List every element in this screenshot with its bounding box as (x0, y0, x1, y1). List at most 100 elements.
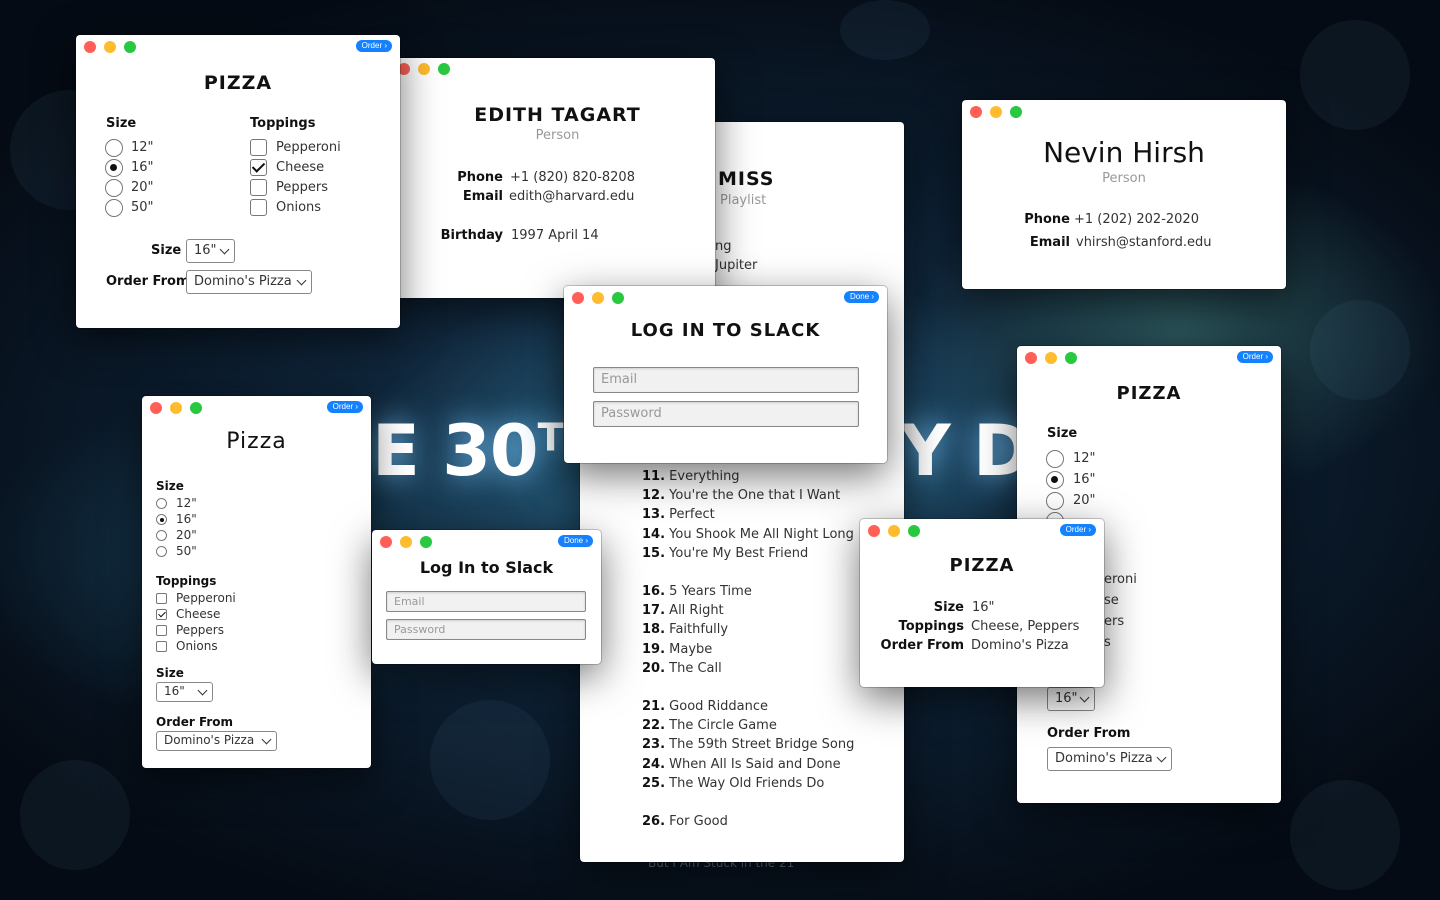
zoom-icon[interactable] (1010, 106, 1022, 118)
list-item[interactable]: 25. The Way Old Friends Do (642, 776, 824, 791)
playlist-subtitle: Playlist (720, 193, 767, 208)
order-button[interactable]: Order › (1236, 351, 1273, 363)
order-from-select[interactable]: Domino's Pizza (1047, 747, 1172, 771)
size-select[interactable]: 16" (1047, 687, 1095, 711)
password-field[interactable]: Password (593, 401, 859, 427)
list-item[interactable]: 12. You're the One that I Want (642, 488, 840, 503)
close-icon[interactable] (572, 292, 584, 304)
topping-checkbox[interactable] (250, 199, 267, 216)
window-controls (572, 292, 624, 304)
close-icon[interactable] (150, 402, 162, 414)
order-from-select[interactable]: Domino's Pizza (156, 731, 277, 751)
size-radio[interactable] (105, 179, 123, 197)
email-field[interactable]: Email (386, 591, 586, 612)
topping-checkbox[interactable] (250, 179, 267, 196)
order-from-select[interactable]: Domino's Pizza (186, 270, 312, 294)
order-button[interactable]: Order › (326, 401, 363, 413)
zoom-icon[interactable] (612, 292, 624, 304)
email-field[interactable]: Email (593, 367, 859, 393)
size-option-label: 12" (1073, 451, 1096, 466)
list-item[interactable]: 22. The Circle Game (642, 718, 777, 733)
zoom-icon[interactable] (1065, 352, 1077, 364)
list-item[interactable]: 20. The Call (642, 661, 722, 676)
close-icon[interactable] (380, 536, 392, 548)
playlist-title: MISS (718, 168, 775, 190)
size-option-label: 50" (176, 544, 197, 558)
list-item[interactable]: 17. All Right (642, 603, 724, 618)
minimize-icon[interactable] (170, 402, 182, 414)
track-number: 26. (642, 814, 666, 829)
list-item[interactable]: 15. You're My Best Friend (642, 546, 808, 561)
done-button[interactable]: Done › (843, 291, 879, 303)
list-item[interactable]: 14. You Shook Me All Night Long (642, 527, 854, 542)
close-icon[interactable] (1025, 352, 1037, 364)
size-radio[interactable] (1046, 492, 1064, 510)
phone-value: +1 (202) 202-2020 (1074, 212, 1199, 227)
track-title: Faithfully (669, 622, 729, 637)
size-radio[interactable] (156, 530, 167, 541)
pizza-title: Pizza (226, 429, 287, 454)
zoom-icon[interactable] (908, 525, 920, 537)
password-field[interactable]: Password (386, 619, 586, 640)
track-title: The Circle Game (669, 718, 777, 733)
login-title: LOG IN TO SLACK (630, 320, 821, 341)
close-icon[interactable] (868, 525, 880, 537)
list-item[interactable]: 26. For Good (642, 814, 728, 829)
window-controls (970, 106, 1022, 118)
email-label: Email (462, 189, 503, 204)
size-radio[interactable] (156, 498, 167, 509)
track-number: 20. (642, 661, 666, 676)
topping-checkbox[interactable] (156, 609, 167, 620)
minimize-icon[interactable] (400, 536, 412, 548)
pizza-title: PIZZA (203, 72, 273, 94)
list-item[interactable]: 11. Everything (642, 469, 740, 484)
size-radio[interactable] (105, 139, 123, 157)
order-button[interactable]: Order › (1059, 524, 1096, 536)
list-item[interactable]: 19. Maybe (642, 642, 712, 657)
topping-checkbox[interactable] (156, 641, 167, 652)
list-item[interactable]: 13. Perfect (642, 507, 715, 522)
minimize-icon[interactable] (592, 292, 604, 304)
minimize-icon[interactable] (990, 106, 1002, 118)
contact-subtitle: Person (1102, 171, 1146, 186)
topping-checkbox[interactable] (156, 593, 167, 604)
size-select[interactable]: 16" (156, 682, 213, 702)
close-icon[interactable] (970, 106, 982, 118)
order-button[interactable]: Order › (355, 40, 392, 52)
minimize-icon[interactable] (888, 525, 900, 537)
list-item[interactable]: 16. 5 Years Time (642, 584, 752, 599)
zoom-icon[interactable] (420, 536, 432, 548)
done-button[interactable]: Done › (557, 535, 593, 547)
chevron-down-icon (296, 275, 307, 286)
size-radio[interactable] (105, 159, 123, 177)
size-radio[interactable] (156, 546, 167, 557)
zoom-icon[interactable] (124, 41, 136, 53)
list-item[interactable]: 21. Good Riddance (642, 699, 768, 714)
size-option-label: 12" (131, 140, 154, 155)
size-radio[interactable] (156, 514, 167, 525)
minimize-icon[interactable] (104, 41, 116, 53)
size-radio[interactable] (1046, 450, 1064, 468)
list-item[interactable]: 23. The 59th Street Bridge Song (642, 737, 854, 752)
topping-checkbox[interactable] (250, 159, 267, 176)
size-label: Size (933, 600, 964, 615)
size-option-label: 50" (131, 200, 154, 215)
list-item[interactable]: 18. Faithfully (642, 622, 728, 637)
track-title: 5 Years Time (669, 584, 752, 599)
size-select[interactable]: 16" (186, 239, 235, 263)
size-value: 16" (972, 600, 995, 615)
size-option-label: 20" (1073, 493, 1096, 508)
topping-checkbox[interactable] (250, 139, 267, 156)
close-icon[interactable] (84, 41, 96, 53)
topping-checkbox[interactable] (156, 625, 167, 636)
minimize-icon[interactable] (418, 63, 430, 75)
minimize-icon[interactable] (1045, 352, 1057, 364)
window-controls (868, 525, 920, 537)
zoom-icon[interactable] (438, 63, 450, 75)
contact-subtitle: Person (535, 128, 580, 143)
zoom-icon[interactable] (190, 402, 202, 414)
list-item[interactable]: 24. When All Is Said and Done (642, 757, 841, 772)
size-radio[interactable] (105, 199, 123, 217)
size-radio[interactable] (1046, 471, 1064, 489)
topping-label: s (1104, 635, 1111, 650)
